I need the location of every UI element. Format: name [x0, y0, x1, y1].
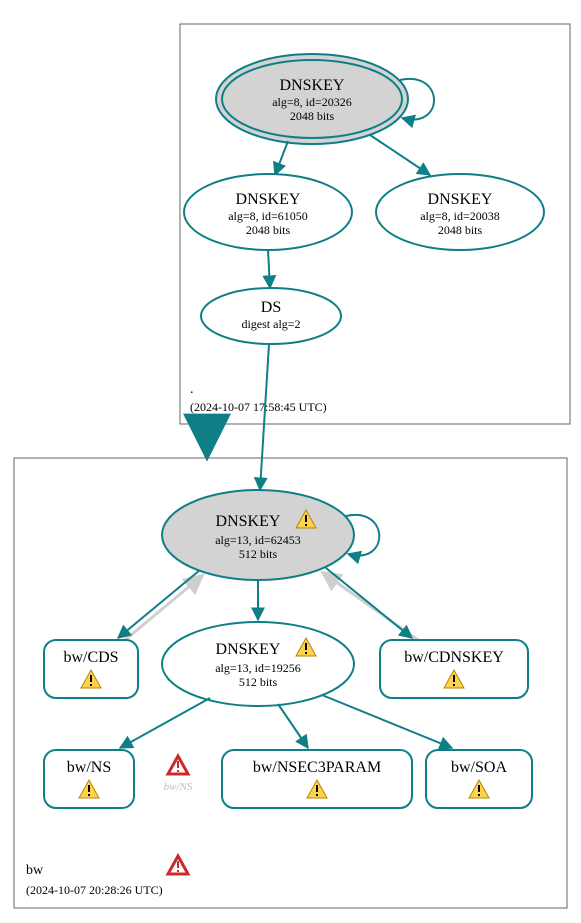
node-bw-cds-title: bw/CDS — [63, 649, 118, 666]
zone-root-label: . — [190, 382, 194, 397]
edge-bw-zsk-soa — [322, 695, 452, 748]
node-root-ksk-line2: 2048 bits — [290, 109, 335, 123]
node-bw-nsec3param: bw/NSEC3PARAM — [222, 750, 412, 808]
node-root-zsk2-line1: alg=8, id=20038 — [420, 209, 500, 223]
node-bw-soa-title: bw/SOA — [451, 759, 507, 776]
node-root-ksk: DNSKEY alg=8, id=20326 2048 bits — [216, 54, 408, 144]
dnssec-graph: . (2024-10-07 17:58:45 UTC) DNSKEY alg=8… — [0, 0, 581, 923]
node-root-ds-title: DS — [261, 299, 281, 316]
node-bw-cdnskey: bw/CDNSKEY — [380, 640, 528, 698]
node-bw-nsec3param-title: bw/NSEC3PARAM — [253, 759, 381, 776]
node-bw-cdnskey-title: bw/CDNSKEY — [404, 649, 504, 666]
node-bw-ns-title: bw/NS — [67, 759, 111, 776]
node-bw-zsk-line1: alg=13, id=19256 — [215, 661, 301, 675]
node-root-ksk-line1: alg=8, id=20326 — [272, 95, 352, 109]
node-root-zsk1: DNSKEY alg=8, id=61050 2048 bits — [184, 174, 352, 250]
warning-icon — [168, 856, 188, 874]
node-bw-soa: bw/SOA — [426, 750, 532, 808]
node-bw-ns: bw/NS — [44, 750, 134, 808]
node-bw-zsk-line2: 512 bits — [239, 675, 278, 689]
node-bw-zsk-title: DNSKEY — [216, 641, 281, 658]
node-root-zsk2: DNSKEY alg=8, id=20038 2048 bits — [376, 174, 544, 250]
node-root-zsk2-title: DNSKEY — [428, 191, 493, 208]
node-bw-ksk-line2: 512 bits — [239, 547, 278, 561]
node-root-zsk1-title: DNSKEY — [236, 191, 301, 208]
zone-bw-timestamp: (2024-10-07 20:28:26 UTC) — [26, 883, 163, 897]
node-bw-ksk: DNSKEY alg=13, id=62453 512 bits — [162, 490, 354, 580]
edge-bw-zsk-ns — [120, 698, 210, 748]
edge-bw-ksk-cdnskey — [326, 568, 412, 638]
zone-bw-label: bw — [26, 863, 44, 878]
edge-root-zsk1-ds — [268, 250, 270, 288]
edge-root-ksk-zsk1 — [275, 141, 288, 175]
node-bw-ns-ghost-title: bw/NS — [164, 781, 193, 793]
edge-bw-cds-to-ksk — [125, 575, 203, 640]
edge-root-ksk-zsk2 — [370, 135, 430, 175]
edge-bw-ksk-cds — [118, 570, 200, 638]
warning-icon — [168, 756, 188, 774]
node-root-ds-line1: digest alg=2 — [241, 317, 300, 331]
node-bw-zsk: DNSKEY alg=13, id=19256 512 bits — [162, 622, 354, 706]
edge-root-ds-bw-ksk — [260, 344, 269, 490]
node-bw-ns-ghost: bw/NS — [164, 756, 193, 793]
node-root-zsk2-line2: 2048 bits — [438, 223, 483, 237]
node-bw-cds: bw/CDS — [44, 640, 138, 698]
node-root-ds: DS digest alg=2 — [201, 288, 341, 344]
zone-root-timestamp: (2024-10-07 17:58:45 UTC) — [190, 400, 327, 414]
node-root-zsk1-line2: 2048 bits — [246, 223, 291, 237]
node-bw-ksk-title: DNSKEY — [216, 513, 281, 530]
node-root-ksk-title: DNSKEY — [280, 77, 345, 94]
edge-bw-zsk-nsec3param — [278, 704, 308, 748]
edge-bw-cdnskey-to-ksk — [322, 572, 418, 640]
node-root-zsk1-line1: alg=8, id=61050 — [228, 209, 308, 223]
node-bw-ksk-line1: alg=13, id=62453 — [215, 533, 301, 547]
